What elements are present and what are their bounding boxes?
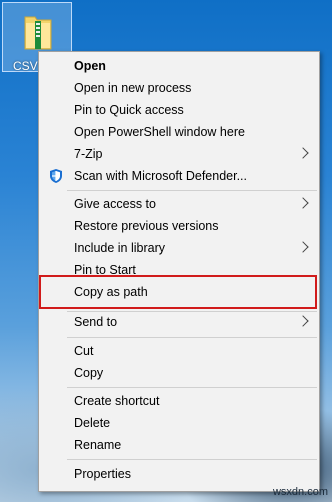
menu-item-open-powershell[interactable]: Open PowerShell window here xyxy=(39,121,319,143)
menu-item-delete[interactable]: Delete xyxy=(39,412,319,434)
highlight-box xyxy=(39,275,317,309)
chevron-right-icon xyxy=(297,315,309,327)
menu-item-label: Properties xyxy=(74,467,131,481)
menu-item-label: Delete xyxy=(74,416,111,430)
menu-item-scan-defender[interactable]: Scan with Microsoft Defender... xyxy=(39,165,319,187)
menu-item-pin-quick-access[interactable]: Pin to Quick access xyxy=(39,99,319,121)
menu-item-open-new-process[interactable]: Open in new process xyxy=(39,77,319,99)
menu-item-label: Send to xyxy=(74,315,118,329)
menu-item-label: Create shortcut xyxy=(74,394,160,408)
shield-icon xyxy=(50,169,62,183)
menu-item-cut[interactable]: Cut xyxy=(39,340,319,362)
zip-folder-icon xyxy=(24,16,52,50)
menu-item-label: Copy xyxy=(74,366,104,380)
menu-separator xyxy=(67,190,317,191)
context-menu: Open Open in new process Pin to Quick ac… xyxy=(38,51,320,492)
menu-separator xyxy=(67,387,317,388)
menu-item-create-shortcut[interactable]: Create shortcut xyxy=(39,390,319,412)
menu-item-properties[interactable]: Properties xyxy=(39,463,319,485)
menu-item-rename[interactable]: Rename xyxy=(39,434,319,456)
chevron-right-icon xyxy=(297,197,309,209)
chevron-right-icon xyxy=(297,241,309,253)
menu-item-restore-versions[interactable]: Restore previous versions xyxy=(39,215,319,237)
menu-item-copy[interactable]: Copy xyxy=(39,362,319,384)
menu-item-label: Cut xyxy=(74,344,94,358)
menu-item-7zip[interactable]: 7-Zip xyxy=(39,143,319,165)
menu-item-label: Rename xyxy=(74,438,122,452)
menu-item-label: Open in new process xyxy=(74,81,192,95)
menu-separator xyxy=(67,337,317,338)
menu-item-label: Open xyxy=(74,59,106,73)
menu-item-open[interactable]: Open xyxy=(39,55,319,77)
menu-item-label: Include in library xyxy=(74,241,166,255)
menu-separator xyxy=(67,459,317,460)
menu-item-include-library[interactable]: Include in library xyxy=(39,237,319,259)
menu-item-give-access[interactable]: Give access to xyxy=(39,193,319,215)
menu-item-label: Give access to xyxy=(74,197,156,211)
menu-item-label: 7-Zip xyxy=(74,147,103,161)
menu-item-label: Scan with Microsoft Defender... xyxy=(74,169,247,183)
menu-item-label: Open PowerShell window here xyxy=(74,125,245,139)
chevron-right-icon xyxy=(297,147,309,159)
menu-item-send-to[interactable]: Send to xyxy=(39,311,319,333)
watermark: wsxdn.com xyxy=(272,486,328,498)
menu-item-label: Pin to Quick access xyxy=(74,103,184,117)
menu-item-label: Restore previous versions xyxy=(74,219,219,233)
